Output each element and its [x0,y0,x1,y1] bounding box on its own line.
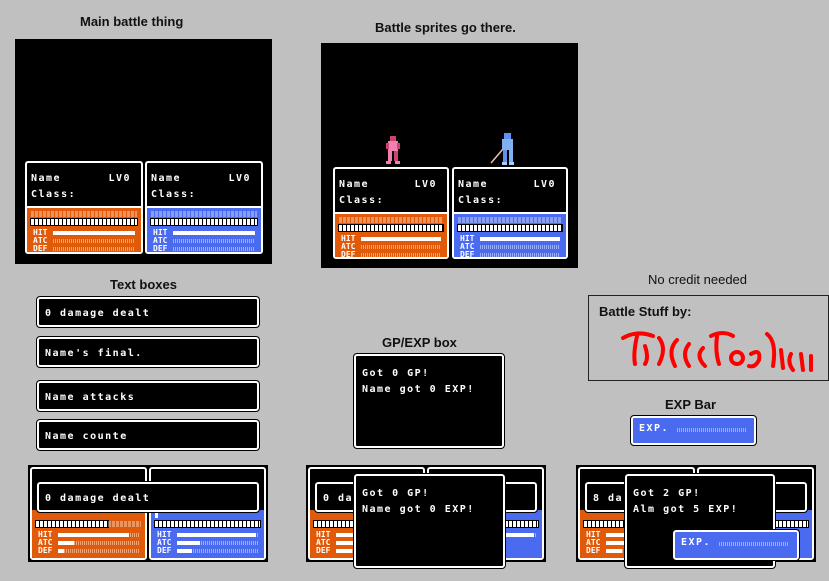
stat-label-def: DEF [38,546,53,555]
exp-line: Name got 0 EXP! [362,504,475,515]
stat-area: HIT ATC DEF [335,212,447,257]
exp-line: Name got 0 EXP! [362,384,475,395]
hit-bar [361,237,441,241]
damage-message: 0 da [323,493,354,504]
text-box-damage: 0 damage dealt [36,296,260,328]
main-battle-screen: Name LV0 Class: HIT ATC DEF Name LV0 Class: … [15,39,272,264]
no-credit-note: No credit needed [648,272,748,287]
exp-track [719,542,789,546]
heading-gp-exp: GP/EXP box [382,335,457,350]
text-box-message: 0 damage dealt [45,308,151,319]
heading-sprites: Battle sprites go there. [375,20,516,35]
stat-label-def: DEF [341,250,356,259]
def-bar [480,253,560,257]
stat-label-def: DEF [586,546,601,555]
exp-label: EXP. [639,423,670,434]
unit-level: LV0 [228,173,251,184]
unit-class: Class: [458,195,504,206]
exp-label: EXP. [681,537,712,548]
unit-class: Class: [151,189,197,200]
hit-bar [480,237,560,241]
credit-box: Battle Stuff by: [588,295,829,381]
unit-name: Name [31,173,62,184]
def-bar [53,247,135,251]
stat-area: HIT ATC DEF [147,206,261,252]
enemy-stat-area: HIT ATC DEF [151,510,264,558]
text-box-message: Name attacks [45,392,136,403]
damage-message: 8 da [593,493,624,504]
atc-bar [58,541,139,545]
hp-gauge-bg [339,217,443,223]
text-box-final: Name's final. [36,336,260,368]
unit-level: LV0 [108,173,131,184]
def-bar [361,253,441,257]
exp-track [677,428,746,432]
player-panel: Name LV0 Class: HIT ATC DEF [333,167,449,259]
hp-gauge-bg [458,217,562,223]
stat-area: HIT ATC DEF [454,212,566,257]
sprite-battle-screen: Name LV0 Class: HIT ATC DEF Name LV0 Class: … [321,43,578,268]
atc-bar [173,239,255,243]
player-panel: Name LV0 Class: HIT ATC DEF [25,161,143,254]
stat-area: HIT ATC DEF [27,206,141,252]
atc-bar [480,245,560,249]
gp-exp-box: Got 0 GP! Name got 0 EXP! [353,353,505,449]
text-box-message: Name counte [45,431,128,442]
enemy-panel: Name LV0 Class: HIT ATC DEF [452,167,568,259]
heading-exp-bar: EXP Bar [665,397,717,412]
hit-bar [177,533,258,537]
damage-message: 0 damage dealt [45,493,151,504]
stat-label-def: DEF [316,546,331,555]
def-bar [58,549,139,553]
hp-gauge [30,218,138,226]
hp-gauge [35,520,109,528]
unit-class: Class: [31,189,77,200]
unit-name: Name [458,179,489,190]
def-bar [177,549,258,553]
heading-main-battle: Main battle thing [80,14,184,29]
atc-bar [53,239,135,243]
example-damage-screen: HIT ATC DEF HIT ATC DEF 0 damage dealt [28,465,268,562]
unit-level: LV0 [533,179,556,190]
stat-label-def: DEF [460,250,475,259]
text-box-counter: Name counte [36,419,260,451]
hp-gauge-empty [108,521,141,527]
hit-bar [173,231,255,235]
player-stat-area: HIT ATC DEF [32,510,145,558]
atc-bar [177,541,258,545]
hp-gauge-bg [151,211,257,217]
pink-fighter-sprite [386,136,400,164]
hp-gauge [154,520,261,528]
exp-bar: EXP. [630,415,757,446]
hp-gauge [338,224,444,232]
hp-remaining [155,512,158,518]
blue-knight-sprite [490,133,514,165]
heading-text-boxes: Text boxes [110,277,177,292]
example-exp-bar: EXP. [672,529,800,561]
hp-gauge [457,224,563,232]
hit-bar [53,231,135,235]
hit-bar [58,533,139,537]
atc-bar [361,245,441,249]
text-box-message: Name's final. [45,348,143,359]
example-gp-box: Got 0 GP! Name got 0 EXP! [353,473,506,569]
stat-label-def: DEF [157,546,172,555]
unit-name: Name [151,173,182,184]
enemy-panel: Name LV0 Class: HIT ATC DEF [145,161,263,254]
damage-text-box: 0 damage dealt [36,481,260,513]
text-box-attacks: Name attacks [36,380,260,412]
hp-gauge [150,218,258,226]
stat-label-def: DEF [153,244,168,253]
unit-level: LV0 [414,179,437,190]
unit-class: Class: [339,195,385,206]
def-bar [173,247,255,251]
unit-name: Name [339,179,370,190]
signature-scribble [621,331,813,372]
stat-label-def: DEF [33,244,48,253]
credit-label: Battle Stuff by: [599,304,692,319]
hp-gauge-bg [31,211,137,217]
